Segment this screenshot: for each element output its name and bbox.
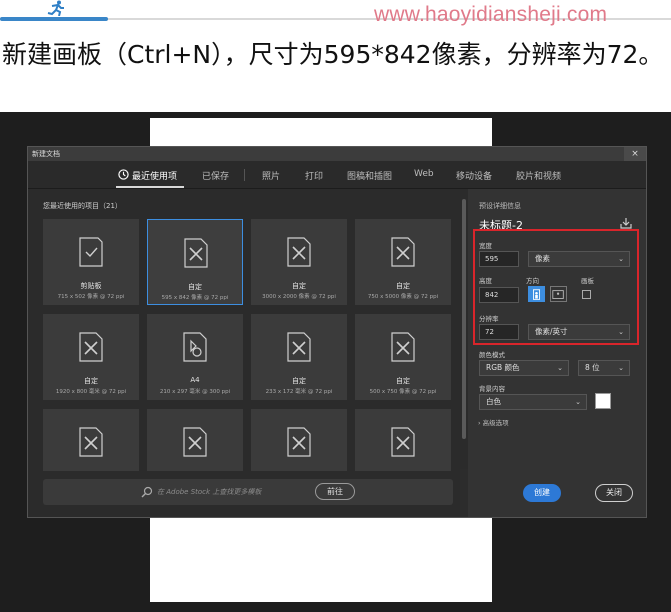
card-name: 自定 <box>396 377 410 385</box>
tab-art-illustration[interactable]: 图稿和插图 <box>347 169 392 182</box>
recent-card-custom[interactable] <box>43 409 139 471</box>
recent-card-custom[interactable] <box>147 409 243 471</box>
recent-card-custom[interactable]: 自定 1920 x 800 毫米 @ 72 ppi <box>43 314 139 400</box>
recent-card-custom[interactable]: 自定 750 x 5000 像素 @ 72 ppi <box>355 219 451 305</box>
tab-mobile[interactable]: 移动设备 <box>456 169 492 182</box>
color-mode-value: RGB 颜色 <box>486 363 520 372</box>
dialog-title: 新建文档 <box>28 147 646 161</box>
close-icon[interactable]: × <box>624 147 646 161</box>
tab-recent[interactable]: 最近使用项 <box>132 169 177 182</box>
tab-print[interactable]: 打印 <box>305 169 323 182</box>
card-size: 210 x 297 毫米 @ 300 ppi <box>159 389 231 395</box>
artboard-bottom <box>150 517 492 602</box>
running-person-icon <box>47 0 64 16</box>
document-x-icon <box>183 427 207 457</box>
tutorial-caption: 新建画板（Ctrl+N），尺寸为595*842像素，分辨率为72。 <box>2 40 664 69</box>
recent-card-custom-selected[interactable]: 自定 595 x 842 像素 @ 72 ppi <box>147 219 243 305</box>
chevron-down-icon: ⌄ <box>575 398 581 406</box>
recent-card-custom[interactable] <box>355 409 451 471</box>
document-x-icon <box>391 427 415 457</box>
tab-active-indicator <box>116 186 184 188</box>
card-name: A4 <box>190 376 200 384</box>
recent-card-custom[interactable]: 自定 3000 x 2000 像素 @ 72 ppi <box>251 219 347 305</box>
card-size: 595 x 842 像素 @ 72 ppi <box>161 295 229 301</box>
background-color-swatch[interactable] <box>595 393 611 409</box>
tab-saved[interactable]: 已保存 <box>202 169 229 182</box>
card-size: 233 x 172 毫米 @ 72 ppi <box>265 389 333 395</box>
card-size: 750 x 5000 像素 @ 72 ppi <box>367 294 439 300</box>
recent-card-custom[interactable]: 自定 233 x 172 毫米 @ 72 ppi <box>251 314 347 400</box>
stock-search-bar[interactable]: 在 Adobe Stock 上查找更多模板 前往 <box>43 479 453 505</box>
site-url[interactable]: www.haoyidiansheji.com <box>374 3 607 27</box>
recent-card-custom[interactable] <box>251 409 347 471</box>
tab-separator <box>244 169 245 181</box>
top-divider-accent <box>0 17 108 21</box>
highlight-box <box>473 229 639 345</box>
document-x-icon <box>184 238 208 268</box>
card-name: 自定 <box>84 377 98 385</box>
recent-items-title: 您最近使用的项目（21） <box>43 202 122 210</box>
recent-card-custom[interactable]: 自定 500 x 750 像素 @ 72 ppi <box>355 314 451 400</box>
color-mode-label: 颜色模式 <box>479 351 505 359</box>
advanced-options-toggle[interactable]: › 高级选项 <box>478 417 509 427</box>
color-mode-select[interactable]: RGB 颜色 ⌄ <box>479 360 569 376</box>
preset-details-label: 预设详细信息 <box>479 202 521 210</box>
card-size: 500 x 750 像素 @ 72 ppi <box>369 389 437 395</box>
page: www.haoyidiansheji.com 新建画板（Ctrl+N），尺寸为5… <box>0 0 671 612</box>
document-x-icon <box>391 237 415 267</box>
chevron-down-icon: ⌄ <box>557 364 563 372</box>
background-value: 白色 <box>486 397 501 406</box>
recent-scrollbar[interactable] <box>460 189 468 469</box>
card-name: 自定 <box>292 377 306 385</box>
artboard-top <box>150 118 492 146</box>
stock-search-input[interactable]: 在 Adobe Stock 上查找更多模板 <box>157 487 261 497</box>
chevron-down-icon: ⌄ <box>618 364 624 372</box>
tab-web[interactable]: Web <box>414 169 434 179</box>
card-size: 1920 x 800 毫米 @ 72 ppi <box>55 389 127 395</box>
document-x-icon <box>79 332 103 362</box>
clock-icon <box>118 169 129 180</box>
tab-film-video[interactable]: 胶片和视频 <box>516 169 561 182</box>
search-icon <box>141 486 153 498</box>
create-button[interactable]: 创建 <box>523 484 561 502</box>
card-name: 剪贴板 <box>80 282 102 290</box>
close-button[interactable]: 关闭 <box>595 484 633 502</box>
recent-card-clipboard[interactable]: 剪贴板 715 x 502 像素 @ 72 ppi <box>43 219 139 305</box>
background-select[interactable]: 白色 ⌄ <box>479 394 587 410</box>
bit-depth-value: 8 位 <box>585 363 600 372</box>
card-name: 自定 <box>396 282 410 290</box>
document-x-icon <box>287 332 311 362</box>
document-x-icon <box>79 427 103 457</box>
document-shapes-icon <box>183 332 207 362</box>
recent-card-a4[interactable]: A4 210 x 297 毫米 @ 300 ppi <box>147 314 243 400</box>
scrollbar-thumb[interactable] <box>462 199 466 439</box>
document-x-icon <box>287 237 311 267</box>
document-x-icon <box>391 332 415 362</box>
background-label: 背景内容 <box>479 385 505 393</box>
card-name: 自定 <box>188 283 202 291</box>
bit-depth-select[interactable]: 8 位 ⌄ <box>578 360 630 376</box>
document-x-icon <box>287 427 311 457</box>
tab-photo[interactable]: 照片 <box>262 169 280 182</box>
card-size: 715 x 502 像素 @ 72 ppi <box>57 294 125 300</box>
recent-items-panel: 您最近使用的项目（21） 剪贴板 715 x 502 像素 @ 72 ppi 自… <box>28 189 460 517</box>
card-size: 3000 x 2000 像素 @ 72 ppi <box>262 294 336 300</box>
save-preset-icon[interactable] <box>620 217 632 229</box>
card-name: 自定 <box>292 282 306 290</box>
preset-tabs: 最近使用项 已保存 照片 打印 图稿和插图 Web 移动设备 胶片和视频 <box>28 161 646 189</box>
clipboard-icon <box>79 237 103 267</box>
go-button[interactable]: 前往 <box>315 483 355 500</box>
